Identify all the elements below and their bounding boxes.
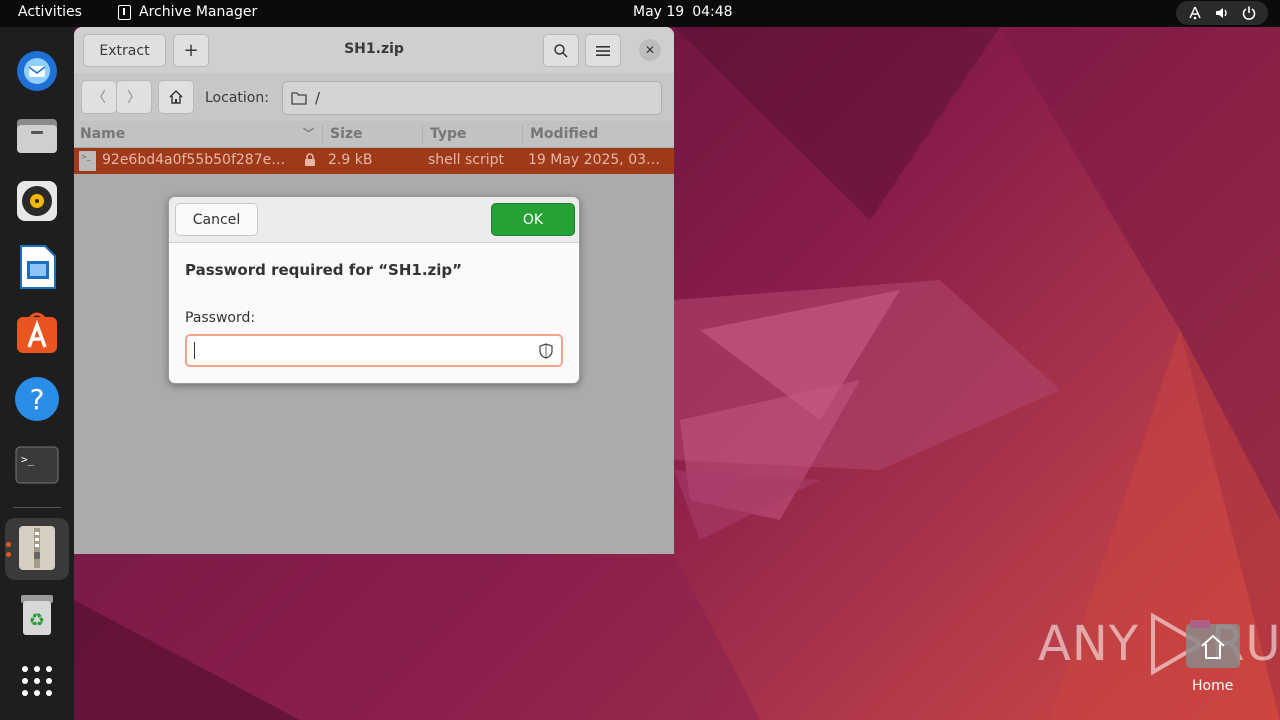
column-divider xyxy=(422,125,423,144)
network-icon xyxy=(1187,5,1203,21)
search-icon xyxy=(554,43,568,58)
anyrun-watermark: ANY RUN xyxy=(1038,612,1280,676)
watermark-left: ANY xyxy=(1038,616,1140,672)
home-folder-icon[interactable] xyxy=(1186,620,1240,668)
system-tray[interactable] xyxy=(1176,1,1268,25)
lock-icon xyxy=(304,153,316,171)
chevron-right-icon: 〉 xyxy=(127,90,141,106)
column-size[interactable]: Size xyxy=(330,126,363,142)
forward-button[interactable]: 〉 xyxy=(116,80,152,114)
activities-button[interactable]: Activities xyxy=(18,4,82,20)
file-size: 2.9 kB xyxy=(328,152,373,168)
software-store-icon xyxy=(17,312,57,353)
close-icon: ✕ xyxy=(644,43,656,57)
table-row[interactable]: >_ 92e6bd4a0f55b50f287e… 2.9 kB shell sc… xyxy=(74,148,674,174)
file-name: 92e6bd4a0f55b50f287e… xyxy=(102,152,286,168)
location-field[interactable]: / xyxy=(282,81,662,115)
dock-writer[interactable] xyxy=(13,243,61,291)
back-button[interactable]: 〈 xyxy=(81,80,117,114)
trash-icon: ♻ xyxy=(21,595,53,635)
app-menu-label: Archive Manager xyxy=(139,4,258,20)
clock[interactable]: May 19 04:48 xyxy=(633,4,733,20)
clock-time: 04:48 xyxy=(692,4,733,20)
window-header: Extract + SH1.zip ✕ xyxy=(74,27,674,73)
writer-icon xyxy=(20,245,56,289)
password-dialog: Cancel OK Password required for “SH1.zip… xyxy=(168,196,580,384)
column-name[interactable]: Name xyxy=(80,126,125,142)
password-field[interactable] xyxy=(185,334,563,367)
dock-thunderbird[interactable] xyxy=(13,45,61,93)
ok-button[interactable]: OK xyxy=(491,203,575,236)
column-header: Name ﹀ Size Type Modified xyxy=(74,121,674,148)
file-type: shell script xyxy=(428,152,505,168)
column-modified[interactable]: Modified xyxy=(530,126,598,142)
dock-separator xyxy=(13,507,61,508)
dock-files[interactable] xyxy=(13,111,61,159)
rhythmbox-icon xyxy=(17,181,57,221)
file-modified: 19 May 2025, 03… xyxy=(528,152,661,168)
archive-manager-icon xyxy=(19,526,55,570)
running-indicator xyxy=(6,542,11,547)
shell-script-icon: >_ xyxy=(79,151,96,171)
volume-icon xyxy=(1214,5,1230,21)
power-icon xyxy=(1241,5,1257,21)
dialog-heading: Password required for “SH1.zip” xyxy=(185,261,463,279)
dock-help[interactable]: ? xyxy=(13,375,61,423)
cancel-button[interactable]: Cancel xyxy=(175,203,258,236)
home-icon xyxy=(169,90,183,104)
window-title: SH1.zip xyxy=(344,41,404,57)
dialog-header: Cancel OK xyxy=(169,197,579,243)
password-label: Password: xyxy=(185,310,256,326)
svg-text:♻: ♻ xyxy=(29,610,45,631)
column-divider xyxy=(322,125,323,144)
dock-show-apps[interactable] xyxy=(13,657,61,705)
svg-text:?: ? xyxy=(30,383,45,416)
search-button[interactable] xyxy=(543,34,579,67)
column-type[interactable]: Type xyxy=(430,126,467,142)
folder-icon xyxy=(291,92,307,105)
menu-button[interactable] xyxy=(585,34,621,67)
chevron-left-icon: 〈 xyxy=(92,90,106,106)
dock-terminal[interactable]: >_ xyxy=(13,441,61,489)
dock-software[interactable] xyxy=(13,309,61,357)
column-divider xyxy=(522,125,523,144)
home-button[interactable] xyxy=(158,80,194,114)
text-caret xyxy=(194,342,195,359)
app-grid-icon xyxy=(22,666,52,696)
thunderbird-icon xyxy=(17,51,57,91)
dock-rhythmbox[interactable] xyxy=(13,177,61,225)
sort-chevron-icon: ﹀ xyxy=(303,127,314,140)
terminal-icon: >_ xyxy=(15,446,59,484)
files-icon xyxy=(17,119,57,153)
dock-archive-manager[interactable] xyxy=(13,524,61,572)
running-indicator xyxy=(6,552,11,557)
app-menu[interactable]: Archive Manager xyxy=(118,4,257,20)
home-folder-label: Home xyxy=(1192,678,1234,694)
top-bar: Activities Archive Manager May 19 04:48 xyxy=(0,0,1280,27)
hamburger-icon xyxy=(596,45,610,56)
dock: ? >_ ♻ xyxy=(0,27,74,720)
help-icon: ? xyxy=(15,377,59,421)
archive-manager-icon xyxy=(118,4,131,20)
dock-trash[interactable]: ♻ xyxy=(13,591,61,639)
clock-date: May 19 xyxy=(633,4,685,20)
location-value: / xyxy=(315,89,321,107)
close-button[interactable]: ✕ xyxy=(639,39,661,61)
location-label: Location: xyxy=(205,90,269,106)
svg-text:>_: >_ xyxy=(21,453,35,466)
shield-icon[interactable] xyxy=(539,343,553,363)
